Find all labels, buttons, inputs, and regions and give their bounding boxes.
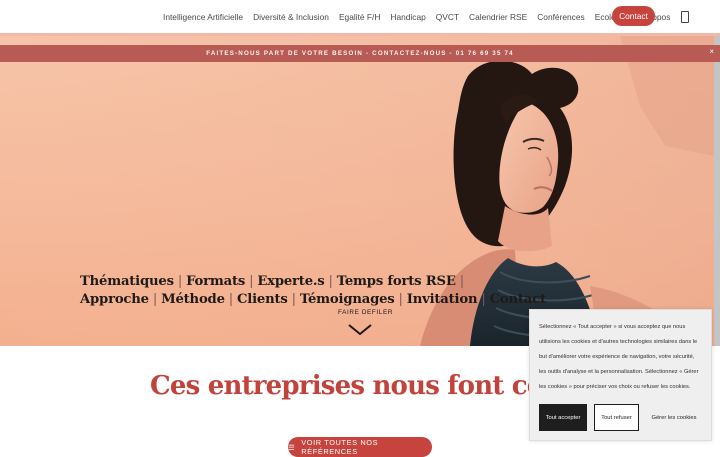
- cookie-text: Sélectionnez « Tout accepter » si vous a…: [539, 324, 699, 390]
- hero-separator: |: [398, 291, 403, 307]
- chevron-down-icon[interactable]: [348, 324, 372, 336]
- nav-item-calendrier-rse[interactable]: Calendrier RSE: [464, 12, 532, 22]
- hero-section: Thématiques | Formats | Experte.s | Temp…: [0, 36, 714, 346]
- view-references-label: VOIR TOUTES NOS RÉFÉRENCES: [301, 438, 379, 456]
- hero-link-temoignages[interactable]: Témoignages: [300, 292, 395, 307]
- hero-menu-row-2: Approche | Méthode | Clients | Témoignag…: [80, 290, 546, 308]
- phone-icon[interactable]: [681, 10, 690, 23]
- hero-link-thematiques[interactable]: Thématiques: [80, 274, 174, 289]
- nav-item-qvct[interactable]: QVCT: [431, 12, 464, 22]
- hero-scrollbar[interactable]: [714, 36, 720, 346]
- hero-link-methode[interactable]: Méthode: [161, 292, 225, 307]
- hero-separator: |: [291, 291, 296, 307]
- nav-item-egalite-fh[interactable]: Egalité F/H: [334, 12, 385, 22]
- refuse-all-button[interactable]: Tout refuser: [594, 404, 639, 431]
- list-icon: ☰: [288, 442, 296, 452]
- contact-button[interactable]: Contact: [612, 6, 655, 26]
- manage-cookies-button[interactable]: Gérer les cookies: [646, 404, 702, 431]
- nav-item-diversite-inclusion[interactable]: Diversité & Inclusion: [248, 12, 334, 22]
- hero-link-approche[interactable]: Approche: [80, 292, 149, 307]
- hero-link-invitation[interactable]: Invitation: [407, 292, 478, 307]
- hero-separator: |: [459, 273, 464, 289]
- hero-menu: Thématiques | Formats | Experte.s | Temp…: [80, 272, 546, 308]
- hero-separator: |: [249, 273, 254, 289]
- hero-link-formats[interactable]: Formats: [186, 274, 245, 289]
- hero-separator: |: [481, 291, 486, 307]
- hero-separator: |: [328, 273, 333, 289]
- hero-separator: |: [177, 273, 183, 289]
- hero-link-clients[interactable]: Clients: [237, 292, 288, 307]
- hero-link-temps-forts-rse[interactable]: Temps forts RSE: [337, 274, 456, 289]
- accept-all-button[interactable]: Tout accepter: [539, 404, 587, 431]
- cookie-consent-panel: Sélectionnez « Tout accepter » si vous a…: [529, 309, 712, 441]
- close-icon[interactable]: ×: [709, 47, 714, 56]
- header-accent-line: [0, 33, 720, 36]
- nav-item-handicap[interactable]: Handicap: [385, 12, 430, 22]
- view-references-button[interactable]: ☰ VOIR TOUTES NOS RÉFÉRENCES: [288, 437, 432, 457]
- nav-item-intelligence-artificielle[interactable]: Intelligence Artificielle: [158, 12, 248, 22]
- scroll-label[interactable]: FAIRE DEFILER: [338, 309, 393, 316]
- hero-menu-row-1: Thématiques | Formats | Experte.s | Temp…: [80, 272, 546, 290]
- hero-link-expertes[interactable]: Experte.s: [257, 274, 324, 289]
- hero-link-contact[interactable]: Contact: [490, 292, 546, 307]
- top-navigation: Intelligence Artificielle Diversité & In…: [0, 0, 720, 34]
- contact-banner: FAITES-NOUS PART DE VOTRE BESOIN - CONTA…: [0, 45, 720, 62]
- nav-item-conferences[interactable]: Conférences: [532, 12, 590, 22]
- hero-separator: |: [152, 291, 158, 307]
- banner-text[interactable]: FAITES-NOUS PART DE VOTRE BESOIN - CONTA…: [206, 50, 514, 57]
- hero-separator: |: [228, 291, 234, 307]
